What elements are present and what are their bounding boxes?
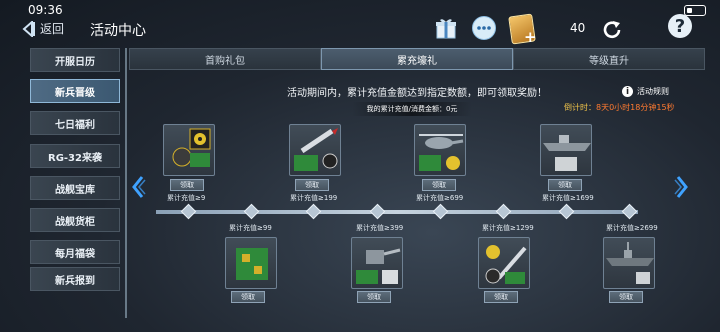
sidebar-item-recruit-promotion[interactable]: 新兵晋级 — [30, 79, 120, 103]
threshold-label: 累计充值≥1299 — [482, 224, 534, 232]
plus-icon[interactable]: + — [524, 28, 537, 46]
info-icon: i — [622, 86, 633, 97]
tab-level-boost[interactable]: 等级直升 — [513, 48, 705, 70]
gift-icon — [436, 19, 456, 39]
reward-box-99[interactable] — [225, 237, 277, 289]
reward-box-199[interactable] — [289, 124, 341, 176]
back-button[interactable]: 返回 — [22, 20, 64, 37]
nuclear-kit-icon — [172, 128, 211, 167]
chevron-left-icon[interactable] — [130, 175, 146, 199]
milestone-node — [369, 203, 386, 220]
countdown-value: 8天0小时18分钟15秒 — [596, 103, 675, 112]
reward-box-2699[interactable] — [603, 237, 655, 289]
refresh-icon[interactable] — [600, 18, 624, 42]
battery-icon — [684, 5, 706, 16]
question-icon: ? — [674, 15, 686, 37]
milestone-node — [495, 203, 512, 220]
page-title: 活动中心 — [90, 23, 146, 39]
claim-button[interactable]: 领取 — [609, 291, 643, 303]
chat-bubble-icon — [477, 26, 491, 30]
sidebar-item-seven-day-welfare[interactable]: 七日福利 — [30, 111, 120, 135]
milestone-node — [305, 203, 322, 220]
sidebar-item-rg32-raid[interactable]: RG-32来袭 — [30, 144, 120, 168]
reward-box-1699[interactable] — [540, 124, 592, 176]
missile-pack-icon — [485, 245, 527, 284]
milestone-node — [432, 203, 449, 220]
back-arrow-icon — [22, 20, 35, 37]
reward-box-399[interactable] — [351, 237, 403, 289]
turret-icon — [356, 248, 401, 284]
battleship-icon — [543, 135, 591, 171]
claim-button[interactable]: 领取 — [295, 179, 329, 191]
event-notice: 活动期间内，累计充值金额达到指定数额，即可领取奖励！ — [287, 88, 547, 99]
threshold-label: 累计充值≥2699 — [606, 224, 658, 232]
chevron-right-icon[interactable] — [674, 175, 690, 199]
destroyer-icon — [606, 242, 654, 284]
chat-button[interactable] — [472, 16, 496, 40]
tab-bar: 首购礼包 累充壕礼 等级直升 — [129, 48, 705, 70]
reward-box-9[interactable] — [163, 124, 215, 176]
threshold-label: 累计充值≥99 — [229, 224, 272, 232]
countdown-label: 倒计时： — [564, 103, 596, 112]
card-count: 40 — [570, 21, 586, 35]
sidebar-item-launch-calendar[interactable]: 开服日历 — [30, 48, 120, 72]
sidebar-item-warship-container[interactable]: 战舰货柜 — [30, 208, 120, 232]
threshold-label: 累计充值≥9 — [167, 194, 206, 202]
sidebar-item-warship-vault[interactable]: 战舰宝库 — [30, 176, 120, 200]
countdown: 倒计时：8天0小时18分钟15秒 — [564, 102, 675, 113]
status-time: 09:36 — [28, 3, 63, 17]
recharge-summary: 我的累计充值/消费金额：0元 — [352, 102, 472, 116]
claim-button[interactable]: 领取 — [422, 179, 456, 191]
missile-icon — [294, 128, 338, 171]
milestone-node — [558, 203, 575, 220]
circuit-board-icon — [236, 248, 268, 280]
threshold-label: 累计充值≥699 — [416, 194, 464, 202]
helicopter-icon — [419, 134, 464, 171]
rules-button[interactable]: i 活动规则 — [622, 86, 669, 97]
sidebar-divider — [125, 48, 127, 318]
claim-button[interactable]: 领取 — [484, 291, 518, 303]
claim-button[interactable]: 领取 — [548, 179, 582, 191]
sidebar: 开服日历 新兵晋级 七日福利 RG-32来袭 战舰宝库 战舰货柜 每月福袋 新兵… — [30, 48, 120, 318]
milestone-node — [621, 203, 638, 220]
back-label: 返回 — [40, 22, 65, 36]
help-button[interactable]: ? — [668, 14, 692, 38]
claim-button[interactable]: 领取 — [357, 291, 391, 303]
reward-box-699[interactable] — [414, 124, 466, 176]
gift-button[interactable] — [434, 16, 458, 40]
reward-box-1299[interactable] — [478, 237, 530, 289]
claim-button[interactable]: 领取 — [231, 291, 265, 303]
sidebar-item-monthly-bag[interactable]: 每月福袋 — [30, 240, 120, 264]
milestone-node — [243, 203, 260, 220]
rules-label: 活动规则 — [637, 87, 669, 96]
tab-first-purchase[interactable]: 首购礼包 — [129, 48, 321, 70]
sidebar-item-recruit-checkin[interactable]: 新兵报到 — [30, 267, 120, 291]
threshold-label: 累计充值≥399 — [356, 224, 404, 232]
milestone-node — [180, 203, 197, 220]
threshold-label: 累计充值≥1699 — [542, 194, 594, 202]
claim-button[interactable]: 领取 — [170, 179, 204, 191]
tab-cumulative-recharge[interactable]: 累充壕礼 — [321, 48, 513, 70]
threshold-label: 累计充值≥199 — [290, 194, 338, 202]
